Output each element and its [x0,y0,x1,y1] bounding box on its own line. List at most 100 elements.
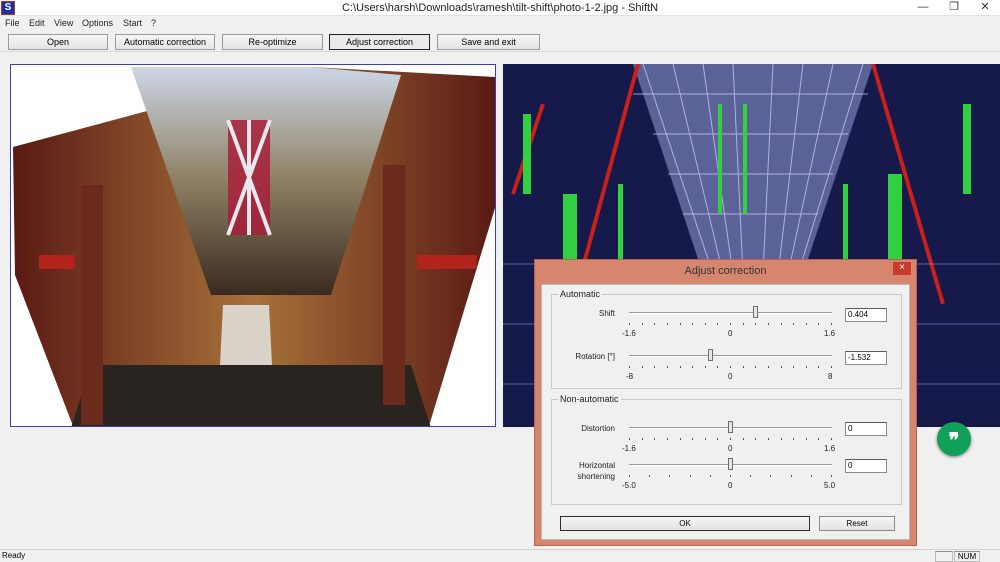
shift-slider-thumb[interactable] [753,306,759,318]
slider-tick [831,366,832,368]
non-automatic-legend: Non-automatic [558,394,621,404]
slider-tick [649,475,651,477]
slider-tick [742,438,744,440]
slider-tick [767,323,769,325]
distortion-ticks [629,438,832,441]
slider-tick [629,323,630,325]
distortion-max-label: 1.6 [824,444,836,453]
ok-button[interactable]: OK [560,516,810,531]
slider-tick [679,366,681,368]
adjust-correction-button[interactable]: Adjust correction [329,34,430,50]
horizontal-shortening-min-label: -5.0 [622,481,636,490]
slider-tick [742,323,744,325]
slider-tick [750,475,752,477]
shift-min-label: -1.6 [622,329,636,338]
slider-tick [831,323,832,325]
dialog-body: Automatic Shift -1.6 0 1.6 0.404 Rotatio… [541,284,910,540]
horizontal-shortening-label-2: shortening [577,472,615,481]
distortion-slider-thumb[interactable] [727,421,733,433]
slider-tick [818,438,820,440]
slider-tick [629,475,630,477]
slider-tick [767,366,769,368]
horizontal-shortening-mid-label: 0 [728,481,733,490]
distortion-mid-label: 0 [728,444,733,453]
distortion-label: Distortion [581,424,615,433]
slider-tick [692,438,694,440]
rotation-label: Rotation [°] [575,352,615,361]
slider-tick [704,366,706,368]
corrected-image-pane[interactable] [10,64,496,427]
rotation-min-label: -8 [626,372,634,381]
window-title: C:\Users\harsh\Downloads\ramesh\tilt-shi… [341,2,659,14]
slider-tick [767,438,769,440]
menu-help[interactable]: ? [151,18,156,28]
rotation-slider[interactable] [629,355,832,357]
minimize-button[interactable]: — [912,0,934,15]
slider-tick [717,438,719,440]
rotation-max-label: 8 [828,372,833,381]
shift-label: Shift [598,309,615,318]
slider-tick [793,323,795,325]
shift-value-field[interactable]: 0.404 [845,308,887,322]
menu-edit[interactable]: Edit [29,18,45,28]
restore-button[interactable]: ❐ [943,0,965,15]
non-automatic-group: Non-automatic Distortion -1.6 0 1.6 0 Ho… [551,394,902,505]
slider-tick [666,366,668,368]
slider-tick [666,323,668,325]
distortion-value-field[interactable]: 0 [845,422,887,436]
shift-slider[interactable] [629,312,832,314]
slider-tick [679,323,681,325]
status-num-indicator: NUM [954,551,980,562]
slider-tick [666,438,668,440]
menu-start[interactable]: Start [123,18,142,28]
slider-tick [654,323,656,325]
status-cell-empty [935,551,953,562]
horizontal-shortening-label-1: Horizontal [578,461,615,470]
slider-tick [704,323,706,325]
slider-tick [730,366,731,368]
close-window-button[interactable]: ✕ [974,0,996,15]
reset-button[interactable]: Reset [819,516,895,531]
distortion-min-label: -1.6 [622,444,636,453]
slider-tick [818,366,820,368]
slider-tick [709,475,711,477]
hangouts-quote-icon[interactable]: ❞ [937,422,971,456]
slider-tick [730,438,731,440]
horizontal-shortening-slider-thumb[interactable] [727,458,733,470]
save-and-exit-button[interactable]: Save and exit [437,34,540,50]
slider-tick [629,366,630,368]
open-button[interactable]: Open [8,34,108,50]
slider-tick [793,438,795,440]
menu-file[interactable]: File [5,18,20,28]
slider-tick [689,475,691,477]
rotation-ticks [629,366,832,369]
slider-tick [793,366,795,368]
status-bar: Ready NUM [0,549,1000,562]
toolbar: Open Automatic correction Re-optimize Ad… [0,32,1000,52]
horizontal-shortening-max-label: 5.0 [824,481,836,490]
slider-tick [692,366,694,368]
slider-tick [755,323,757,325]
slider-tick [805,438,807,440]
rotation-mid-label: 0 [728,372,733,381]
menu-bar: File Edit View Options Start ? [0,17,1000,31]
dialog-close-button[interactable]: × [893,262,911,275]
reoptimize-button[interactable]: Re-optimize [222,34,323,50]
menu-view[interactable]: View [54,18,73,28]
slider-tick [654,438,656,440]
rotation-slider-thumb[interactable] [708,349,714,361]
slider-tick [818,323,820,325]
horizontal-shortening-value-field[interactable]: 0 [845,459,887,473]
slider-tick [755,366,757,368]
menu-options[interactable]: Options [82,18,113,28]
slider-tick [810,475,812,477]
automatic-correction-button[interactable]: Automatic correction [115,34,215,50]
slider-tick [780,438,782,440]
rotation-value-field[interactable]: -1.532 [845,351,887,365]
shift-ticks [629,323,832,326]
slider-tick [641,323,643,325]
slider-tick [717,323,719,325]
shift-max-label: 1.6 [824,329,836,338]
slider-tick [669,475,671,477]
slider-tick [704,438,706,440]
